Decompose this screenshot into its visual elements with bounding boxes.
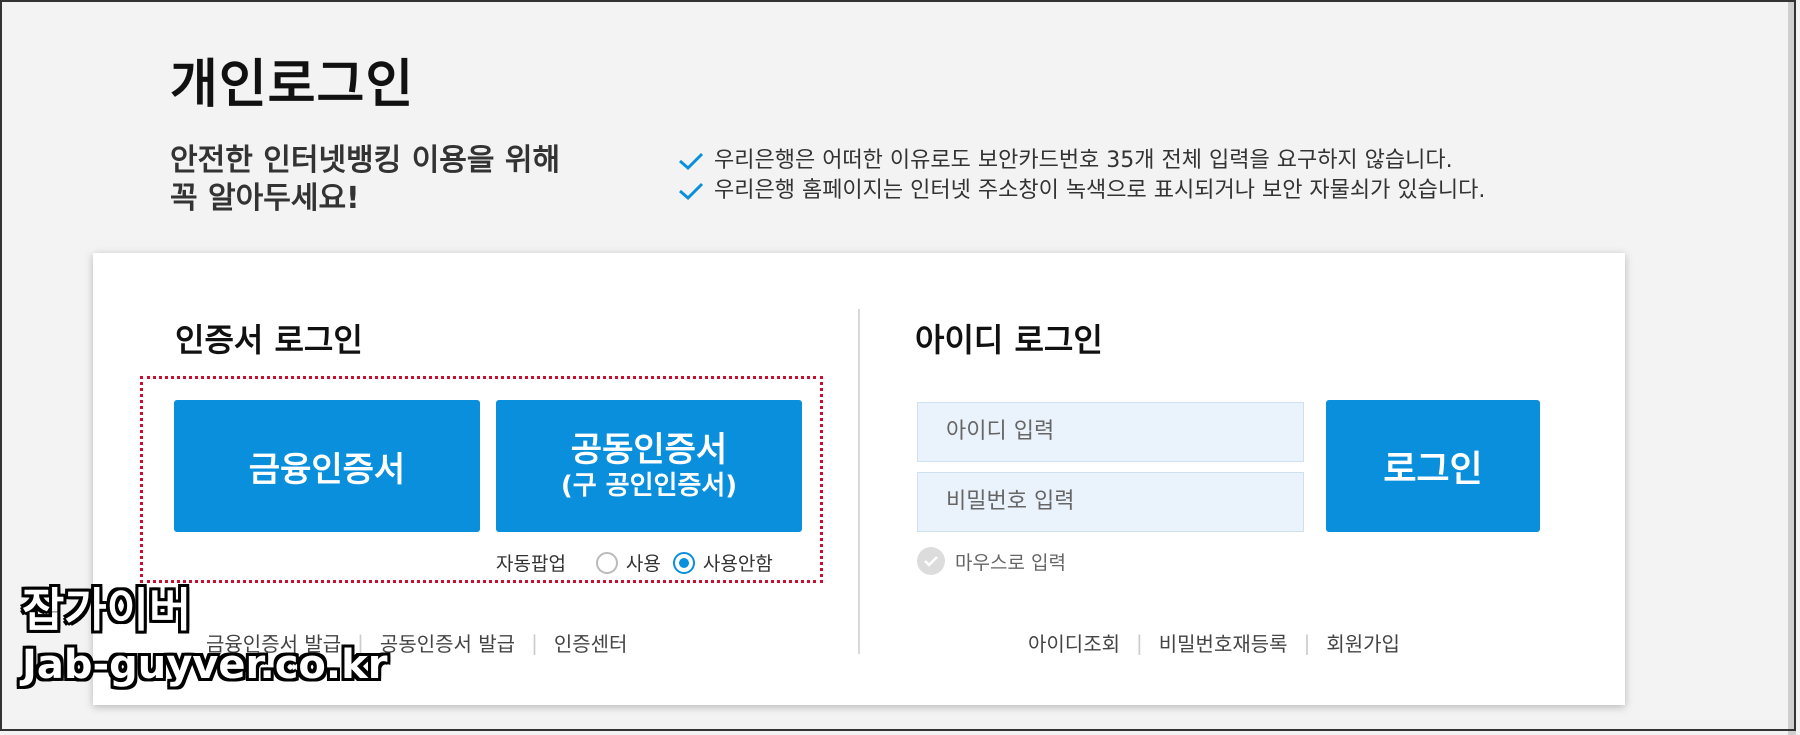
link-separator: |: [531, 630, 538, 655]
login-card: 인증서 로그인 금융인증서 공동인증서 (구 공인인증서) 자동팝업 사용 사용…: [93, 253, 1625, 705]
page-title: 개인로그인: [170, 55, 415, 115]
radio-use[interactable]: [595, 551, 618, 574]
id-login-title: 아이디 로그인: [915, 321, 1103, 359]
link-issue-joint-cert[interactable]: 공동인증서 발급: [380, 628, 515, 657]
id-links: 아이디조회 | 비밀번호재등록 | 회원가입: [1028, 628, 1400, 657]
popup-nouse-option[interactable]: 사용안함: [672, 549, 773, 576]
cert-login-title: 인증서 로그인: [175, 321, 363, 359]
link-cert-center[interactable]: 인증센터: [554, 628, 628, 657]
popup-nouse-label: 사용안함: [702, 553, 773, 575]
notice-item: 우리은행 홈페이지는 인터넷 주소창이 녹색으로 표시되거나 보안 자물쇠가 있…: [678, 176, 1485, 206]
popup-use-label: 사용: [625, 553, 661, 575]
link-reset-password[interactable]: 비밀번호재등록: [1159, 628, 1288, 657]
check-icon: [679, 182, 704, 201]
joint-cert-button[interactable]: 공동인증서 (구 공인인증서): [496, 400, 802, 532]
link-signup[interactable]: 회원가입: [1326, 628, 1400, 657]
watermark-url: Jab-guyver.co.kr: [22, 642, 388, 688]
notice-item: 우리은행은 어떠한 이유로도 보안카드번호 35개 전체 입력을 요구하지 않습…: [678, 146, 1485, 176]
notice-heading-line2: 꼭 알아두세요!: [170, 181, 360, 216]
popup-use-option[interactable]: 사용: [595, 549, 661, 576]
scrollbar[interactable]: [1788, 0, 1796, 735]
notice-text: 우리은행은 어떠한 이유로도 보안카드번호 35개 전체 입력을 요구하지 않습…: [714, 148, 1453, 173]
login-button-label: 로그인: [1383, 449, 1483, 490]
notice-list: 우리은행은 어떠한 이유로도 보안카드번호 35개 전체 입력을 요구하지 않습…: [678, 146, 1485, 206]
mouse-input-toggle[interactable]: 마우스로 입력: [917, 547, 1066, 575]
mouse-input-label: 마우스로 입력: [955, 551, 1066, 574]
financial-cert-label: 금융인증서: [248, 449, 406, 490]
notice-heading-line1: 안전한 인터넷뱅킹 이용을 위해: [170, 143, 561, 178]
link-find-id[interactable]: 아이디조회: [1028, 628, 1120, 657]
auto-popup-row: 자동팝업 사용 사용안함: [496, 549, 785, 576]
check-icon: [679, 152, 704, 171]
financial-cert-button[interactable]: 금융인증서: [174, 400, 480, 532]
login-button[interactable]: 로그인: [1326, 400, 1540, 532]
password-input[interactable]: 비밀번호 입력: [917, 472, 1304, 532]
notice-text: 우리은행 홈페이지는 인터넷 주소창이 녹색으로 표시되거나 보안 자물쇠가 있…: [714, 178, 1486, 203]
link-separator: |: [1303, 630, 1311, 655]
check-circle-icon[interactable]: [917, 547, 945, 575]
radio-nouse[interactable]: [672, 551, 695, 574]
id-input[interactable]: 아이디 입력: [917, 402, 1304, 462]
joint-cert-label: 공동인증서: [570, 430, 728, 470]
notice-heading: 안전한 인터넷뱅킹 이용을 위해 꼭 알아두세요!: [170, 142, 590, 218]
divider: [858, 309, 860, 654]
watermark-korean: 잡가이버: [22, 583, 192, 637]
joint-cert-sublabel: (구 공인인증서): [560, 471, 738, 501]
link-separator: |: [1136, 630, 1143, 655]
auto-popup-label: 자동팝업: [496, 553, 566, 575]
